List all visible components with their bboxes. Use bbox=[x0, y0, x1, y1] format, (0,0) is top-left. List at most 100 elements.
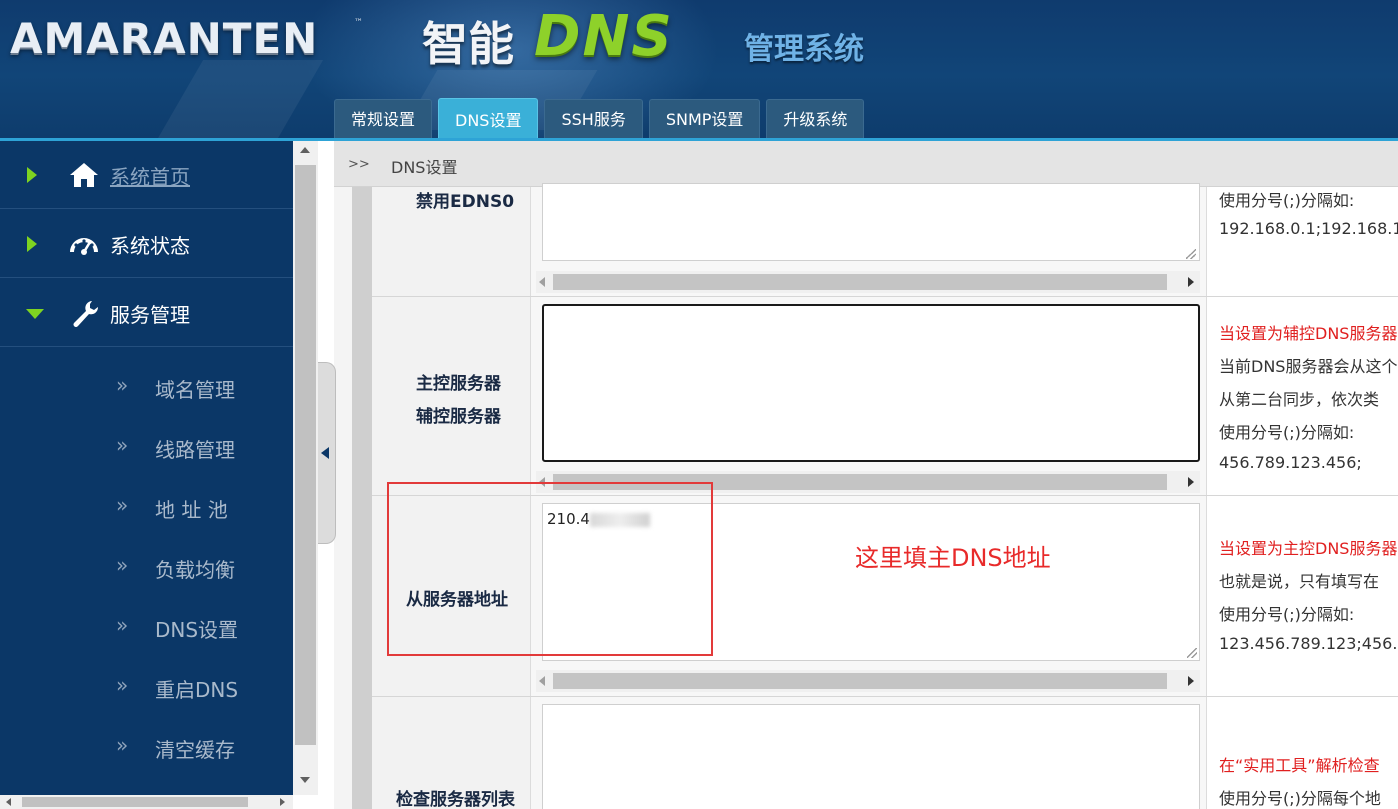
field-label-master-server: 主控服务器 bbox=[416, 374, 501, 394]
scroll-right-arrow-icon[interactable] bbox=[1188, 676, 1194, 686]
sidebar-subitem-restart-dns[interactable]: » 重启DNS bbox=[0, 657, 293, 717]
tab-upgrade-system[interactable]: 升级系统 bbox=[766, 99, 865, 138]
scroll-down-arrow-icon[interactable] bbox=[300, 777, 310, 783]
check-server-list-textarea[interactable] bbox=[542, 704, 1200, 809]
scroll-up-arrow-icon[interactable] bbox=[300, 147, 310, 153]
scrollbar-thumb[interactable] bbox=[553, 673, 1167, 689]
help-text: 使用分号(;)分隔每个地 bbox=[1219, 789, 1381, 808]
sidebar-item-label: 系统状态 bbox=[110, 234, 190, 258]
form-row-check-server-list: 检查服务器列表 在“实用工具”解析检查 使用分号(;)分隔每个地 bbox=[372, 697, 1398, 809]
double-chevron-icon: » bbox=[116, 553, 129, 577]
brand-logo: AMARANTEN bbox=[10, 14, 319, 63]
sidebar-horizontal-scrollbar[interactable] bbox=[0, 795, 293, 809]
help-text: 当前DNS服务器会从这个 bbox=[1219, 357, 1398, 376]
home-icon bbox=[70, 163, 98, 187]
textarea-horizontal-scrollbar[interactable] bbox=[536, 271, 1200, 293]
header-decoration bbox=[156, 60, 324, 138]
form-label-cell: 主控服务器 辅控服务器 bbox=[372, 297, 531, 495]
breadcrumb: >> DNS设置 bbox=[334, 141, 1398, 187]
app-title-dns: DNS bbox=[534, 4, 674, 69]
form-help-cell: 当设置为主控DNS服务器 也就是说，只有填写在 使用分号(;)分隔如: 123.… bbox=[1206, 496, 1398, 696]
sidebar-subitem-clear-cache[interactable]: » 清空缓存 bbox=[0, 717, 293, 777]
sidebar-subitem-label: 线路管理 bbox=[155, 438, 235, 462]
expand-arrow-icon bbox=[27, 167, 37, 183]
scrollbar-thumb[interactable] bbox=[553, 274, 1167, 290]
app-title-prefix: 智能 bbox=[422, 17, 514, 71]
scrollbar-thumb[interactable] bbox=[22, 797, 248, 807]
sidebar-subitem-load-balancing[interactable]: » 负载均衡 bbox=[0, 537, 293, 597]
help-text-warning: 在“实用工具”解析检查 bbox=[1219, 756, 1380, 775]
breadcrumb-current: DNS设置 bbox=[391, 158, 458, 177]
brand-trademark: ™ bbox=[354, 18, 363, 28]
main-content: >> DNS设置 禁用EDNS0 使用分号(;)分隔如: 192.168.0.1… bbox=[334, 141, 1398, 809]
form-input-cell bbox=[531, 297, 1206, 495]
sidebar-subitem-label: 地 址 池 bbox=[155, 498, 228, 522]
expand-arrow-icon bbox=[27, 236, 37, 252]
form-help-cell: 在“实用工具”解析检查 使用分号(;)分隔每个地 bbox=[1206, 697, 1398, 809]
scroll-right-arrow-icon[interactable] bbox=[1188, 277, 1194, 287]
dashboard-icon bbox=[70, 238, 98, 255]
help-text: 使用分号(;)分隔如: bbox=[1219, 191, 1355, 210]
help-text: 也就是说，只有填写在 bbox=[1219, 572, 1380, 591]
app-header: AMARANTEN ™ 智能 DNS 管理系统 常规设置 DNS设置 SSH服务… bbox=[0, 0, 1398, 138]
form-input-cell bbox=[531, 697, 1206, 809]
double-chevron-icon: » bbox=[116, 433, 129, 457]
tab-dns-settings[interactable]: DNS设置 bbox=[438, 98, 539, 138]
sidebar-item-label: 服务管理 bbox=[110, 303, 190, 327]
sidebar-subitem-dns-settings[interactable]: » DNS设置 bbox=[0, 597, 293, 657]
tab-general-settings[interactable]: 常规设置 bbox=[334, 99, 433, 138]
help-text: 使用分号(;)分隔如: bbox=[1219, 423, 1355, 442]
sidebar: 系统首页 系统状态 服务管理 » 域名管理 » 线路管理 » 地 址 池 » 负… bbox=[0, 141, 293, 795]
annotation-text: 这里填主DNS地址 bbox=[855, 544, 1051, 572]
help-text-warning: 当设置为主控DNS服务器 bbox=[1219, 539, 1398, 558]
scroll-right-arrow-icon[interactable] bbox=[1188, 477, 1194, 487]
scroll-right-arrow-icon[interactable] bbox=[280, 798, 285, 806]
sidebar-subitem-label: 清空缓存 bbox=[155, 738, 235, 762]
field-label-disable-edns0: 禁用EDNS0 bbox=[416, 192, 515, 212]
form-label-cell: 检查服务器列表 bbox=[372, 697, 531, 809]
collapse-arrow-icon bbox=[26, 309, 44, 319]
help-text: 从第二台同步，依次类 bbox=[1219, 390, 1380, 409]
sidebar-subitem-domain-management[interactable]: » 域名管理 bbox=[0, 357, 293, 417]
tab-ssh-service[interactable]: SSH服务 bbox=[544, 99, 643, 138]
app-title-suffix: 管理系统 bbox=[744, 32, 864, 67]
wrench-icon bbox=[73, 301, 99, 327]
form-label-cell: 禁用EDNS0 bbox=[372, 187, 531, 296]
form-row-master-slave-server: 主控服务器 辅控服务器 当设置为辅控DNS服务器 当前DNS服务器会从这个 从第… bbox=[372, 297, 1398, 496]
help-text: 192.168.0.1;192.168.1 bbox=[1219, 219, 1398, 238]
sidebar-subitem-label: 负载均衡 bbox=[155, 558, 235, 582]
collapse-left-arrow-icon bbox=[321, 447, 329, 459]
sidebar-vertical-scrollbar[interactable] bbox=[293, 141, 318, 795]
tab-snmp-settings[interactable]: SNMP设置 bbox=[648, 99, 761, 138]
master-server-textarea[interactable] bbox=[542, 304, 1200, 462]
field-label-slave-server: 辅控服务器 bbox=[416, 407, 501, 427]
scrollbar-thumb[interactable] bbox=[295, 165, 316, 745]
sidebar-subitem-address-pool[interactable]: » 地 址 池 bbox=[0, 477, 293, 537]
help-text: 使用分号(;)分隔如: bbox=[1219, 605, 1355, 624]
double-chevron-icon: » bbox=[116, 733, 129, 757]
breadcrumb-separator: >> bbox=[348, 157, 370, 172]
help-text-warning: 当设置为辅控DNS服务器 bbox=[1219, 324, 1398, 343]
double-chevron-icon: » bbox=[116, 373, 129, 397]
textarea-resize-grip[interactable] bbox=[1187, 648, 1197, 658]
scroll-left-arrow-icon[interactable] bbox=[539, 676, 545, 686]
form-help-cell: 当设置为辅控DNS服务器 当前DNS服务器会从这个 从第二台同步，依次类 使用分… bbox=[1206, 297, 1398, 495]
double-chevron-icon: » bbox=[116, 493, 129, 517]
scroll-left-arrow-icon[interactable] bbox=[6, 798, 11, 806]
field-label-check-server-list: 检查服务器列表 bbox=[396, 790, 515, 809]
scroll-left-arrow-icon[interactable] bbox=[539, 277, 545, 287]
sidebar-item-status[interactable]: 系统状态 bbox=[0, 210, 293, 278]
textarea-horizontal-scrollbar[interactable] bbox=[536, 670, 1200, 692]
form-left-stripe bbox=[352, 187, 372, 809]
sidebar-item-home[interactable]: 系统首页 bbox=[0, 141, 293, 209]
sidebar-subitem-line-management[interactable]: » 线路管理 bbox=[0, 417, 293, 477]
sidebar-subitem-label: DNS设置 bbox=[155, 618, 239, 642]
sidebar-item-service-management[interactable]: 服务管理 bbox=[0, 279, 293, 347]
disable-edns0-textarea[interactable] bbox=[542, 183, 1200, 261]
annotation-highlight-box bbox=[387, 482, 713, 656]
sidebar-collapse-handle[interactable] bbox=[318, 362, 336, 544]
sidebar-item-label[interactable]: 系统首页 bbox=[110, 161, 190, 190]
top-tabs: 常规设置 DNS设置 SSH服务 SNMP设置 升级系统 bbox=[334, 98, 870, 138]
textarea-resize-grip[interactable] bbox=[1186, 249, 1196, 259]
help-text: 123.456.789.123;456.7 bbox=[1219, 634, 1398, 653]
